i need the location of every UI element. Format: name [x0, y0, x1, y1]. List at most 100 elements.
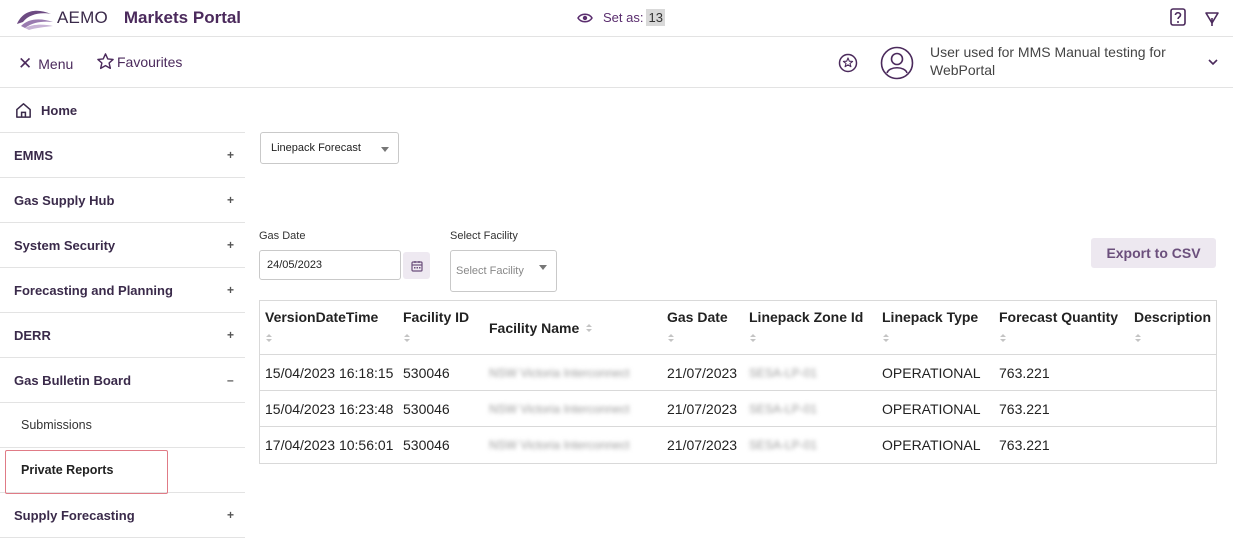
set-as-value: 13 [646, 9, 665, 26]
user-avatar-icon[interactable] [880, 46, 914, 80]
eye-icon [577, 13, 593, 22]
help-icon[interactable] [1169, 7, 1187, 27]
menu-label: Menu [38, 56, 74, 72]
star-icon [97, 53, 114, 70]
calendar-button[interactable] [403, 252, 430, 279]
pin-icon[interactable] [1203, 7, 1221, 27]
facility-label: Select Facility [450, 230, 518, 242]
sidebar: Home EMMS + Gas Supply Hub + System Secu… [0, 88, 245, 538]
cell-gas-date: 21/07/2023 [667, 437, 738, 453]
home-icon [16, 102, 31, 118]
cell-facility-id: 530046 [403, 401, 450, 417]
facility-placeholder: Select Facility [456, 265, 524, 277]
cell-facility-name: NSW Victoria Interconnect [489, 366, 630, 380]
column-header-linepack-zone-id[interactable]: Linepack Zone Id [749, 309, 863, 344]
column-header-facility-id[interactable]: Facility ID [403, 309, 469, 344]
cell-linepack-type: OPERATIONAL [882, 365, 981, 381]
table-row: 15/04/2023 16:23:48 530046 NSW Victoria … [260, 391, 1216, 427]
cell-facility-name: NSW Victoria Interconnect [489, 438, 630, 452]
report-type-value: Linepack Forecast [271, 142, 361, 154]
expand-icon: + [227, 238, 235, 252]
sort-icon[interactable] [585, 322, 593, 334]
user-name[interactable]: User used for MMS Manual testing for Web… [930, 43, 1190, 79]
column-header-forecast-quantity[interactable]: Forecast Quantity [999, 309, 1118, 344]
sort-icon[interactable] [265, 332, 273, 344]
column-header-description[interactable]: Description [1134, 309, 1211, 344]
column-header-facility-name[interactable]: Facility Name [489, 320, 593, 336]
column-header-gas-date[interactable]: Gas Date [667, 309, 728, 344]
cell-linepack-zone-id: SESA-LP-01 [749, 438, 818, 452]
active-item-outline [5, 450, 168, 494]
cell-forecast-quantity: 763.221 [999, 365, 1050, 381]
cell-facility-id: 530046 [403, 437, 450, 453]
caret-down-icon [381, 147, 389, 152]
sidebar-item-label: Home [41, 102, 78, 118]
cell-versiondatetime: 15/04/2023 16:23:48 [265, 401, 394, 417]
sidebar-item-emms[interactable]: EMMS + [0, 133, 245, 178]
gas-date-label: Gas Date [259, 230, 306, 242]
close-icon: ✕ [18, 54, 33, 73]
gas-date-input[interactable]: 24/05/2023 [259, 250, 401, 280]
cell-gas-date: 21/07/2023 [667, 401, 738, 417]
report-type-select[interactable]: Linepack Forecast [260, 132, 399, 164]
sort-icon[interactable] [999, 332, 1007, 344]
sort-icon[interactable] [667, 332, 675, 344]
sidebar-item-label: Submissions [21, 418, 92, 432]
sidebar-item-home[interactable]: Home [0, 88, 245, 133]
expand-icon: + [227, 283, 235, 297]
sidebar-item-system-security[interactable]: System Security + [0, 223, 245, 268]
set-as-indicator[interactable]: Set as: 13 [577, 9, 665, 26]
favourite-star-circle-icon[interactable] [838, 53, 858, 73]
brand[interactable]: AEMO Markets Portal [15, 6, 241, 30]
sidebar-item-label: System Security [14, 237, 116, 253]
sort-icon[interactable] [403, 332, 411, 344]
cell-versiondatetime: 15/04/2023 16:18:15 [265, 365, 394, 381]
linepack-forecast-table: VersionDateTime Facility ID Facility Nam… [259, 300, 1217, 464]
sidebar-item-forecasting-and-planning[interactable]: Forecasting and Planning + [0, 268, 245, 313]
sidebar-item-label: Forecasting and Planning [14, 282, 173, 298]
cell-gas-date: 21/07/2023 [667, 365, 738, 381]
cell-linepack-type: OPERATIONAL [882, 401, 981, 417]
set-as-label: Set as: [603, 10, 644, 25]
sidebar-item-derr[interactable]: DERR + [0, 313, 245, 358]
table-row: 17/04/2023 10:56:01 530046 NSW Victoria … [260, 427, 1216, 463]
expand-icon: + [227, 508, 235, 522]
chevron-down-icon[interactable] [1207, 57, 1219, 67]
logo-text: AEMO [57, 8, 108, 27]
table-header: VersionDateTime Facility ID Facility Nam… [260, 301, 1216, 355]
expand-icon: + [227, 328, 235, 342]
column-header-linepack-type[interactable]: Linepack Type [882, 309, 978, 344]
sidebar-subitem-private-reports[interactable]: Private Reports [0, 448, 245, 494]
top-bar: AEMO Markets Portal Set as: 13 [0, 0, 1233, 37]
cell-facility-name: NSW Victoria Interconnect [489, 402, 630, 416]
facility-select[interactable]: Select Facility [450, 250, 557, 292]
sidebar-item-supply-forecasting[interactable]: Supply Forecasting + [0, 493, 245, 538]
sidebar-item-gas-supply-hub[interactable]: Gas Supply Hub + [0, 178, 245, 223]
portal-title: Markets Portal [123, 8, 242, 27]
expand-icon: + [227, 193, 235, 207]
caret-down-icon [539, 265, 547, 270]
sidebar-item-label: Gas Supply Hub [14, 192, 115, 208]
menu-button[interactable]: ✕ Menu [18, 54, 73, 74]
calendar-icon [410, 260, 423, 272]
aemo-logo-icon [17, 10, 53, 30]
top-icons [1169, 7, 1221, 27]
sidebar-item-label: Gas Bulletin Board [14, 372, 132, 388]
export-csv-button[interactable]: Export to CSV [1091, 238, 1216, 268]
column-header-versiondatetime[interactable]: VersionDateTime [265, 309, 378, 344]
cell-linepack-zone-id: SESA-LP-01 [749, 402, 818, 416]
favourites-label: Favourites [117, 53, 183, 70]
cell-forecast-quantity: 763.221 [999, 437, 1050, 453]
cell-linepack-zone-id: SESA-LP-01 [749, 366, 818, 380]
table-row: 15/04/2023 16:18:15 530046 NSW Victoria … [260, 355, 1216, 391]
sidebar-item-label: DERR [14, 327, 51, 343]
secondary-bar: ✕ Menu Favourites User used for MMS Manu… [0, 37, 1233, 88]
sort-icon[interactable] [749, 332, 757, 344]
sort-icon[interactable] [882, 332, 890, 344]
sidebar-subitem-submissions[interactable]: Submissions [0, 403, 245, 448]
favourites-button[interactable]: Favourites [96, 52, 182, 71]
cell-facility-id: 530046 [403, 365, 450, 381]
sidebar-item-gas-bulletin-board[interactable]: Gas Bulletin Board – [0, 358, 245, 403]
collapse-icon: – [227, 373, 234, 387]
sort-icon[interactable] [1134, 332, 1142, 344]
